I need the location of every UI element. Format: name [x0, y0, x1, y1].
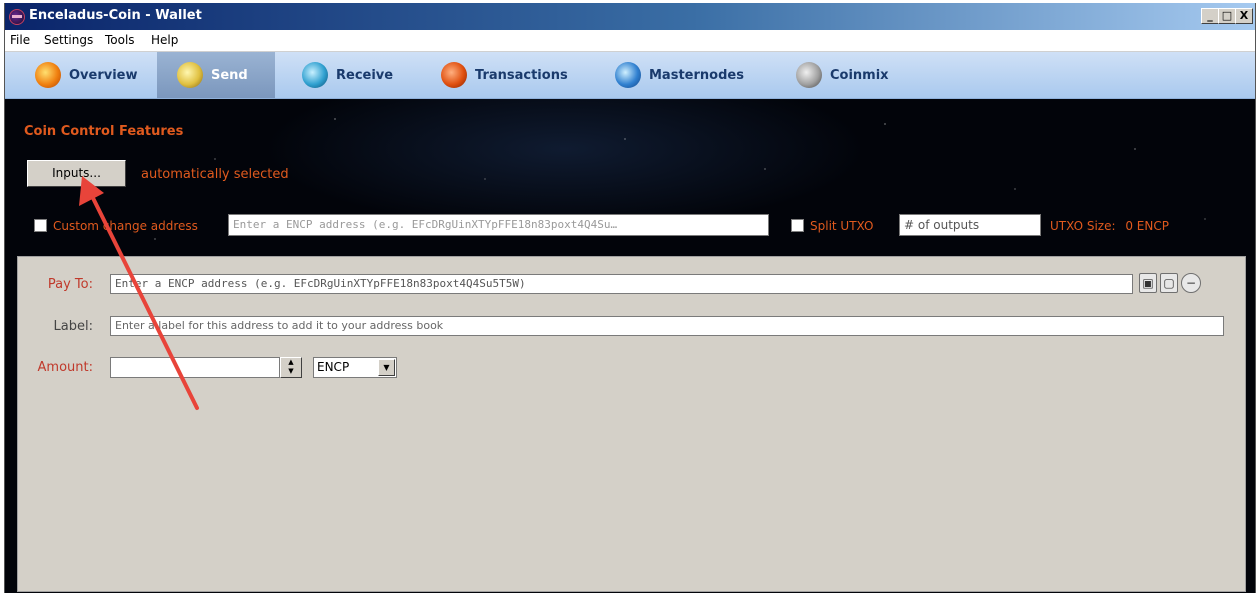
pay-to-label: Pay To: — [47, 277, 93, 292]
remove-recipient-button[interactable]: − — [1181, 273, 1201, 293]
pay-to-address-input[interactable]: Enter a ENCP address (e.g. EFcDRgUinXTYp… — [110, 274, 1133, 294]
menu-bar: File Settings Tools Help — [5, 30, 1255, 52]
overview-icon — [35, 62, 61, 88]
tab-transactions[interactable]: Transactions — [435, 52, 574, 98]
window-title: Enceladus-Coin - Wallet — [29, 8, 202, 23]
paste-button[interactable]: ▢ — [1160, 273, 1178, 293]
tab-transactions-label: Transactions — [475, 67, 568, 83]
close-button[interactable]: X — [1235, 8, 1253, 24]
tab-coinmix-label: Coinmix — [830, 67, 889, 83]
inputs-button[interactable]: Inputs... — [27, 160, 126, 187]
amount-label: Amount: — [37, 360, 93, 375]
custom-change-label: Custom change address — [53, 219, 198, 233]
recipient-panel — [17, 256, 1246, 592]
masternodes-icon — [615, 62, 641, 88]
split-utxo-label: Split UTXO — [810, 219, 874, 233]
tab-send[interactable]: Send — [157, 52, 275, 98]
chevron-down-icon: ▼ — [378, 359, 395, 376]
coinmix-icon — [796, 62, 822, 88]
app-logo-icon — [9, 9, 25, 25]
tab-overview[interactable]: Overview — [29, 52, 144, 98]
nav-toolbar: Overview Send Receive Transactions Maste… — [5, 52, 1255, 99]
minimize-button[interactable]: _ — [1201, 8, 1219, 24]
address-book-button[interactable]: ▣ — [1139, 273, 1157, 293]
tab-receive-label: Receive — [336, 67, 394, 83]
label-input[interactable]: Enter a label for this address to add it… — [110, 316, 1224, 336]
tab-masternodes-label: Masternodes — [649, 67, 744, 83]
menu-help[interactable]: Help — [151, 33, 178, 47]
menu-tools[interactable]: Tools — [105, 33, 135, 47]
unit-select[interactable]: ENCP ▼ — [313, 357, 397, 378]
menu-file[interactable]: File — [10, 33, 30, 47]
tab-send-label: Send — [211, 67, 248, 83]
tab-masternodes[interactable]: Masternodes — [609, 52, 750, 98]
transactions-icon — [441, 62, 467, 88]
utxo-size-label: UTXO Size: — [1050, 219, 1116, 233]
utxo-size-value: 0 ENCP — [1125, 219, 1169, 233]
split-utxo-checkbox[interactable] — [791, 219, 804, 232]
maximize-button[interactable]: □ — [1218, 8, 1236, 24]
amount-spinner[interactable]: ▲ ▼ — [280, 357, 302, 378]
label-label: Label: — [53, 319, 93, 334]
tab-receive[interactable]: Receive — [296, 52, 399, 98]
selection-status: automatically selected — [141, 167, 289, 182]
coin-control-title: Coin Control Features — [24, 124, 184, 139]
tab-coinmix[interactable]: Coinmix — [790, 52, 895, 98]
utxo-size: UTXO Size: 0 ENCP — [1050, 219, 1169, 233]
send-icon — [177, 62, 203, 88]
tab-overview-label: Overview — [69, 67, 138, 83]
receive-icon — [302, 62, 328, 88]
menu-settings[interactable]: Settings — [44, 33, 93, 47]
title-bar: Enceladus-Coin - Wallet _ □ X — [5, 3, 1255, 30]
custom-change-checkbox[interactable] — [34, 219, 47, 232]
amount-input[interactable] — [110, 357, 280, 378]
custom-change-address-input[interactable]: Enter a ENCP address (e.g. EFcDRgUinXTYp… — [228, 214, 769, 236]
outputs-count-input[interactable]: # of outputs — [899, 214, 1041, 236]
unit-select-value: ENCP — [317, 360, 350, 374]
